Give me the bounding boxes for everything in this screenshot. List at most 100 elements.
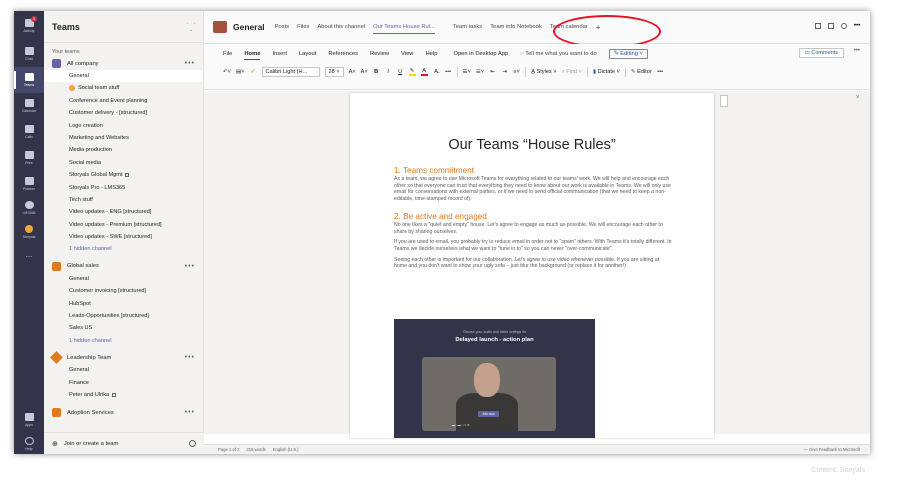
rail-help[interactable]: Help — [14, 431, 44, 454]
hidden-channels-link[interactable]: 1 hidden channel — [44, 243, 203, 255]
more-icon[interactable]: ••• — [445, 69, 452, 75]
menu-file[interactable]: File — [223, 51, 232, 57]
open-desktop-app[interactable]: Open in Desktop App — [453, 51, 508, 57]
tab-team-info-notebook[interactable]: Team info Notebook — [490, 24, 542, 30]
language[interactable]: English (U.S.) — [273, 447, 299, 452]
font-size-dropdown[interactable]: 28 ˅ — [324, 67, 344, 77]
channel-item[interactable]: Marketing and Websites — [44, 132, 203, 144]
undo-icon[interactable]: ↶˅ — [223, 69, 231, 75]
underline-icon[interactable]: U — [397, 69, 404, 75]
paste-icon[interactable]: ▤˅ — [236, 69, 245, 75]
channel-item[interactable]: Conference and Event planning — [44, 95, 203, 107]
find-button[interactable]: ⌕ Find ˅ — [562, 69, 582, 76]
editor-button[interactable]: ✎ Editor — [631, 69, 652, 75]
channel-item[interactable]: Social media — [44, 157, 203, 169]
menu-insert[interactable]: Insert — [272, 51, 287, 57]
channel-item[interactable]: HubSpot — [44, 298, 203, 310]
more-icon[interactable]: ••• — [185, 60, 195, 67]
team-leadership[interactable]: Leadership Team ••• — [44, 351, 203, 365]
rail-calls[interactable]: Calls — [14, 119, 44, 145]
channel-item[interactable]: General — [44, 273, 203, 285]
channel-item[interactable]: Storyals Pro - LMS365 — [44, 182, 203, 194]
menu-help[interactable]: Help — [426, 51, 438, 57]
tell-me-box[interactable]: ◌ Tell me what you want to do — [520, 51, 597, 57]
more-icon[interactable]: ••• — [185, 263, 195, 270]
paragraph-part: Seeing each other is important for our c… — [394, 256, 514, 263]
bold-icon[interactable]: B — [373, 69, 380, 75]
increase-indent-icon[interactable]: ⇥ — [501, 69, 508, 75]
channel-item[interactable]: Social team stuff — [44, 82, 203, 94]
channel-item[interactable]: Storyals Global Mgmt — [44, 169, 203, 181]
channel-item[interactable]: Finance — [44, 377, 203, 389]
rail-chat[interactable]: Chat — [14, 41, 44, 67]
channel-item[interactable]: Sales US — [44, 322, 203, 334]
rail-lms365[interactable]: LMS365 — [14, 195, 44, 221]
channel-item[interactable]: Video updates - ENG [structured] — [44, 206, 203, 218]
lock-icon — [112, 392, 117, 397]
dictate-button[interactable]: ▮ Dictate ˅ — [593, 69, 620, 75]
channel-item[interactable]: Customer invoicing [structured] — [44, 285, 203, 297]
channel-item[interactable]: Media production — [44, 144, 203, 156]
hidden-channels-link[interactable]: 1 hidden channel — [44, 335, 203, 347]
format-painter-icon[interactable]: ✐ — [250, 69, 257, 75]
channel-item[interactable]: Video updates - SWE [structured] — [44, 231, 203, 243]
channel-item[interactable]: Logo creation — [44, 120, 203, 132]
channel-item[interactable]: General — [44, 364, 203, 376]
more-icon[interactable]: ••• — [185, 409, 195, 416]
join-create-team[interactable]: ⊕ Join or create a team — [44, 432, 204, 454]
italic-icon[interactable]: I — [385, 69, 392, 75]
clear-format-icon[interactable]: A̶ — [433, 69, 440, 75]
gear-icon[interactable] — [189, 440, 196, 447]
tab-about[interactable]: About this channel — [317, 24, 365, 30]
bullets-icon[interactable]: ☰˅ — [463, 69, 471, 75]
align-icon[interactable]: ≡˅ — [513, 69, 520, 75]
rail-more[interactable]: ... — [14, 241, 44, 267]
channel-item[interactable]: Tech stuff — [44, 194, 203, 206]
comments-button[interactable]: ▭ Comments — [798, 48, 844, 58]
menu-review[interactable]: Review — [370, 51, 389, 57]
tab-house-rules[interactable]: Our Teams House Rul... — [373, 24, 435, 34]
conversation-icon[interactable] — [815, 23, 821, 29]
channel-item[interactable]: General — [44, 70, 203, 83]
channel-item[interactable]: Video updates - Premium [structured] — [44, 219, 203, 231]
more-icon[interactable]: ••• — [185, 354, 195, 361]
rail-planner[interactable]: Planner — [14, 171, 44, 197]
team-all-company[interactable]: All company ••• — [44, 57, 203, 70]
more-icon[interactable]: ••• — [854, 48, 860, 54]
team-adoption-services[interactable]: Adoption Services ••• — [44, 406, 203, 419]
menu-layout[interactable]: Layout — [299, 51, 316, 57]
document-page[interactable]: Our Teams “House Rules” 1. Teams commitm… — [350, 93, 714, 438]
tab-posts[interactable]: Posts — [275, 24, 290, 30]
menu-view[interactable]: View — [401, 51, 413, 57]
rail-teams[interactable]: Teams — [14, 67, 44, 93]
more-icon[interactable]: ••• — [854, 23, 860, 29]
rail-activity[interactable]: 1 Activity — [14, 13, 44, 39]
channel-item[interactable]: Leads-Opportunities [structured] — [44, 310, 203, 322]
tab-files[interactable]: Files — [297, 24, 309, 30]
menu-references[interactable]: References — [328, 51, 358, 57]
styles-button[interactable]: A̲ Styles ˅ — [531, 69, 556, 75]
refresh-icon[interactable] — [841, 23, 847, 29]
rail-files[interactable]: Files — [14, 145, 44, 171]
highlight-icon[interactable]: ✎ — [408, 68, 416, 76]
editing-mode-dropdown[interactable]: ✎ Editing ˅ — [608, 49, 648, 59]
channel-item[interactable]: Peter and Ulrika — [44, 389, 203, 401]
font-name-dropdown[interactable]: Calibri Light (H... — [261, 67, 320, 77]
numbering-icon[interactable]: ☰˅ — [476, 69, 484, 75]
filter-icon[interactable] — [187, 22, 195, 31]
font-color-icon[interactable]: A — [420, 68, 428, 76]
rail-apps[interactable]: Apps — [14, 407, 44, 433]
tab-team-tasks[interactable]: Team tasks — [453, 24, 482, 30]
menu-home[interactable]: Home — [244, 51, 261, 60]
team-global-sales[interactable]: Global sales ••• — [44, 260, 203, 273]
ruler-toggle[interactable] — [720, 95, 728, 107]
decrease-indent-icon[interactable]: ⇤ — [489, 69, 496, 75]
rail-calendar[interactable]: Calendar — [14, 93, 44, 119]
grow-font-icon[interactable]: A˄ — [349, 69, 356, 75]
shrink-font-icon[interactable]: A˅ — [361, 69, 368, 75]
expand-icon[interactable] — [828, 23, 834, 29]
scroll-down-icon[interactable]: ˅ — [856, 95, 862, 103]
channel-item[interactable]: Customer delivery - [structured] — [44, 107, 203, 119]
more-icon[interactable]: ••• — [657, 69, 664, 75]
feedback-link[interactable]: — Give Feedback to Microsoft — [804, 447, 860, 452]
